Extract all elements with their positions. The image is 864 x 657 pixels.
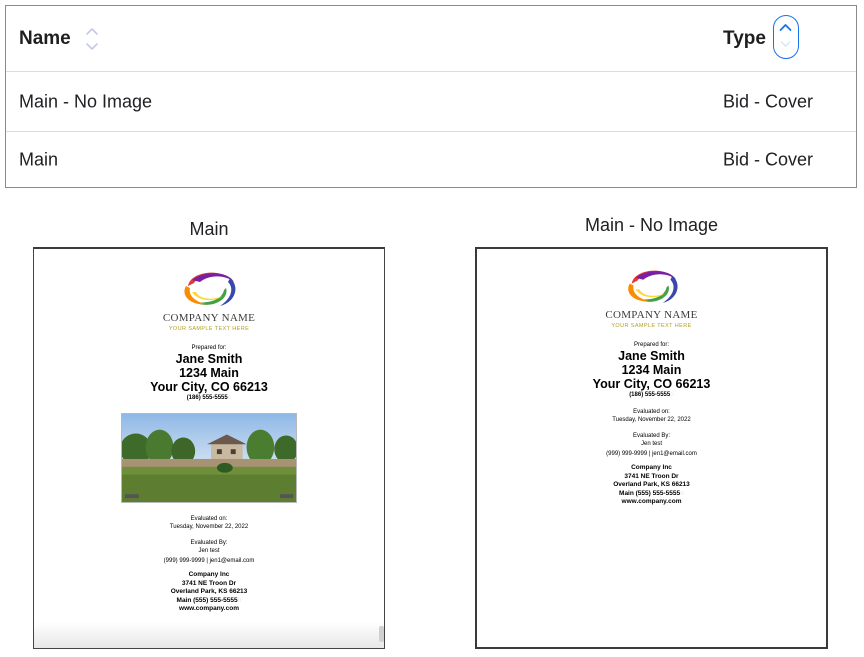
evaluator-name: Jen test bbox=[198, 548, 220, 554]
preview-caption-main: Main bbox=[189, 219, 229, 239]
company-website: www.company.com bbox=[179, 605, 239, 612]
evaluated-on-date: Tuesday, November 22, 2022 bbox=[169, 524, 249, 530]
row-name: Main bbox=[19, 149, 59, 170]
row-name: Main - No Image bbox=[19, 91, 153, 111]
company-street: 3741 NE Troon Dr bbox=[624, 472, 679, 480]
company-logo-icon bbox=[184, 272, 236, 306]
company-phone: Main (555) 555-5555 bbox=[176, 596, 238, 604]
client-address-line2: Your City, CO 66213 bbox=[592, 377, 711, 391]
phone-icon: ◌ bbox=[680, 489, 684, 497]
phone-icon: ◌ bbox=[227, 395, 232, 401]
client-name: Jane Smith bbox=[618, 349, 685, 363]
evaluator-contact: (999) 999-9999 | jen1@email.com bbox=[163, 558, 255, 564]
company-tagline: YOUR SAMPLE TEXT HERE bbox=[168, 326, 250, 332]
sort-ascending-icon[interactable] bbox=[773, 15, 799, 59]
scrollbar-thumb[interactable] bbox=[379, 626, 384, 642]
company-street: 3741 NE Troon Dr bbox=[181, 579, 237, 587]
client-address-line2: Your City, CO 66213 bbox=[150, 380, 268, 394]
evaluator-name: Jen test bbox=[640, 441, 662, 447]
cover-document: COMPANY NAME YOUR SAMPLE TEXT HERE Prepa… bbox=[477, 249, 826, 507]
evaluated-on-label: Evaluated on: bbox=[633, 409, 670, 415]
templates-table: Name Type Main - No Image Bid - Cover Ma… bbox=[5, 5, 857, 188]
prepared-for-label: Prepared for: bbox=[633, 342, 670, 348]
company-city: Overland Park, KS 66213 bbox=[613, 481, 690, 488]
house-photo bbox=[121, 413, 297, 503]
company-website: www.company.com bbox=[621, 498, 682, 505]
company-label: Company Inc bbox=[631, 464, 672, 471]
evaluated-by-label: Evaluated By: bbox=[632, 433, 671, 439]
table-header-row: Name Type bbox=[6, 6, 856, 72]
row-type: Bid - Cover bbox=[723, 149, 814, 170]
evaluator-contact: (999) 999-9999 | jen1@email.com bbox=[606, 451, 697, 457]
company-name: COMPANY NAME bbox=[605, 309, 698, 321]
client-address-line1: 1234 Main bbox=[179, 366, 239, 380]
company-city: Overland Park, KS 66213 bbox=[170, 588, 248, 595]
evaluated-on-label: Evaluated on: bbox=[190, 516, 228, 522]
client-name: Jane Smith bbox=[175, 352, 243, 366]
company-tagline: YOUR SAMPLE TEXT HERE bbox=[611, 323, 692, 329]
prepared-for-label: Prepared for: bbox=[191, 345, 227, 351]
company-label: Company Inc bbox=[188, 571, 230, 578]
evaluated-by-label: Evaluated By: bbox=[190, 540, 228, 546]
cover-preview-main[interactable]: COMPANY NAME YOUR SAMPLE TEXT HERE Prepa… bbox=[33, 247, 385, 649]
cover-preview-main-no-image[interactable]: COMPANY NAME YOUR SAMPLE TEXT HERE Prepa… bbox=[475, 247, 828, 649]
table-row[interactable]: Main Bid - Cover bbox=[6, 132, 856, 188]
client-phone: (186) 555-5555 bbox=[186, 395, 228, 401]
phone-icon: ◌ bbox=[237, 596, 242, 604]
evaluated-on-date: Tuesday, November 22, 2022 bbox=[612, 417, 691, 423]
column-header-type[interactable]: Type bbox=[723, 28, 766, 50]
company-phone: Main (555) 555-5555 bbox=[619, 489, 681, 497]
phone-icon: ◌ bbox=[670, 392, 674, 398]
client-address-line1: 1234 Main bbox=[621, 363, 682, 377]
sort-unsorted-icon[interactable] bbox=[84, 24, 100, 54]
column-header-name[interactable]: Name bbox=[19, 28, 71, 50]
table-row[interactable]: Main - No Image Bid - Cover bbox=[6, 72, 856, 132]
row-type: Bid - Cover bbox=[723, 91, 814, 111]
preview-caption-main-no-image: Main - No Image bbox=[584, 215, 719, 235]
company-logo-icon bbox=[627, 270, 678, 303]
preview-fade bbox=[34, 622, 384, 648]
client-phone: (186) 555-5555 bbox=[629, 392, 671, 398]
cover-document: COMPANY NAME YOUR SAMPLE TEXT HERE Prepa… bbox=[34, 249, 384, 614]
company-name: COMPANY NAME bbox=[162, 312, 256, 324]
